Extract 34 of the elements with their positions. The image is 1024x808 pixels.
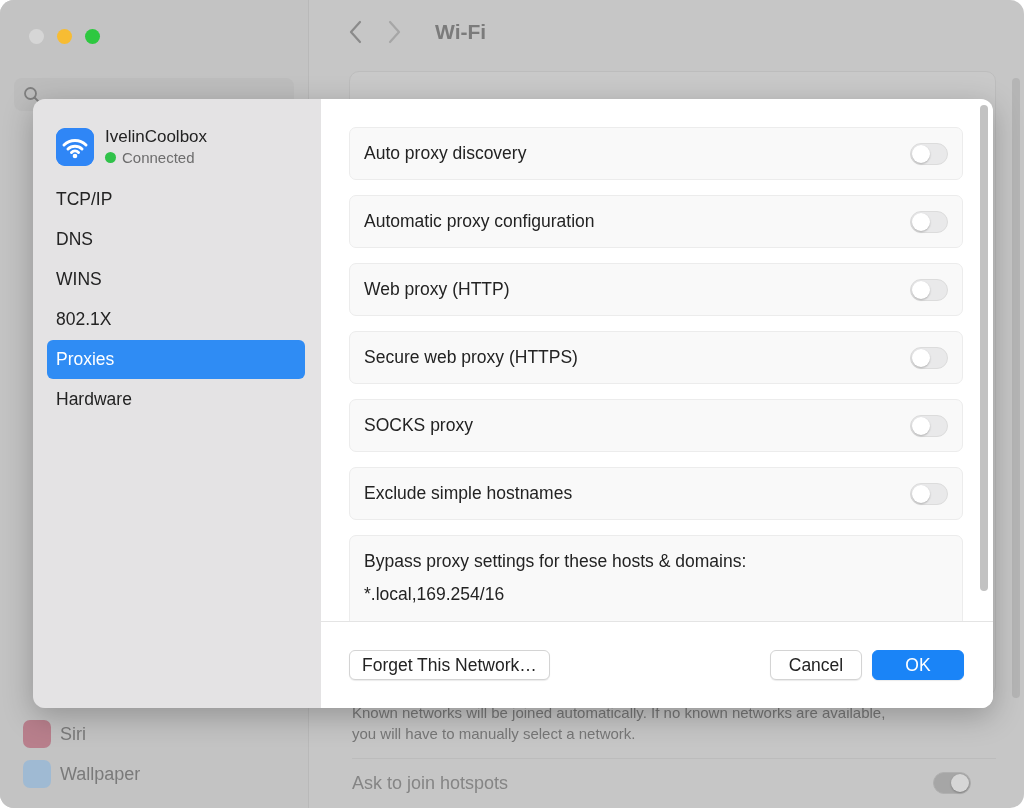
scrollbar[interactable] — [980, 105, 988, 591]
cancel-button[interactable]: Cancel — [770, 650, 862, 680]
zoom-button[interactable] — [85, 29, 100, 44]
wifi-icon — [56, 128, 94, 166]
setting-label: Ask to join hotspots — [352, 772, 509, 794]
setting-label: SOCKS proxy — [364, 415, 473, 436]
minimize-button[interactable] — [57, 29, 72, 44]
sidebar-tab[interactable]: 802.1X — [47, 300, 305, 339]
toggle-switch[interactable] — [933, 772, 971, 795]
sidebar-tab[interactable]: Hardware — [47, 380, 305, 419]
bypass-hosts-field[interactable]: *.local,169.254/16 — [364, 584, 505, 605]
setting-label: Web proxy (HTTP) — [364, 279, 510, 300]
toggle-switch[interactable] — [910, 210, 948, 233]
search-icon — [23, 85, 41, 104]
toggle-switch[interactable] — [910, 142, 948, 165]
sidebar-tab[interactable]: TCP/IP — [47, 180, 305, 219]
ok-button[interactable]: OK — [872, 650, 964, 680]
forget-network-button[interactable]: Forget This Network… — [349, 650, 550, 680]
sidebar-tab[interactable]: WINS — [47, 260, 305, 299]
toggle-switch[interactable] — [910, 278, 948, 301]
setting-label: Automatic proxy configuration — [364, 211, 595, 232]
bypass-label: Bypass proxy settings for these hosts & domains: — [364, 551, 747, 572]
setting-label: Secure web proxy (HTTPS) — [364, 347, 578, 368]
toggle-switch[interactable] — [910, 414, 948, 437]
network-name: IvelinCoolbox — [105, 127, 208, 147]
sidebar-tab[interactable]: DNS — [47, 220, 305, 259]
forward-icon[interactable] — [387, 19, 401, 44]
setting-label: Auto proxy discovery — [364, 143, 527, 164]
back-icon[interactable] — [349, 19, 363, 44]
setting-label: Exclude simple hostnames — [364, 483, 573, 504]
window-title: Wi-Fi — [435, 19, 487, 44]
toggle-switch[interactable] — [910, 482, 948, 505]
connection-status: Connected — [122, 149, 195, 166]
toggle-switch[interactable] — [910, 346, 948, 369]
